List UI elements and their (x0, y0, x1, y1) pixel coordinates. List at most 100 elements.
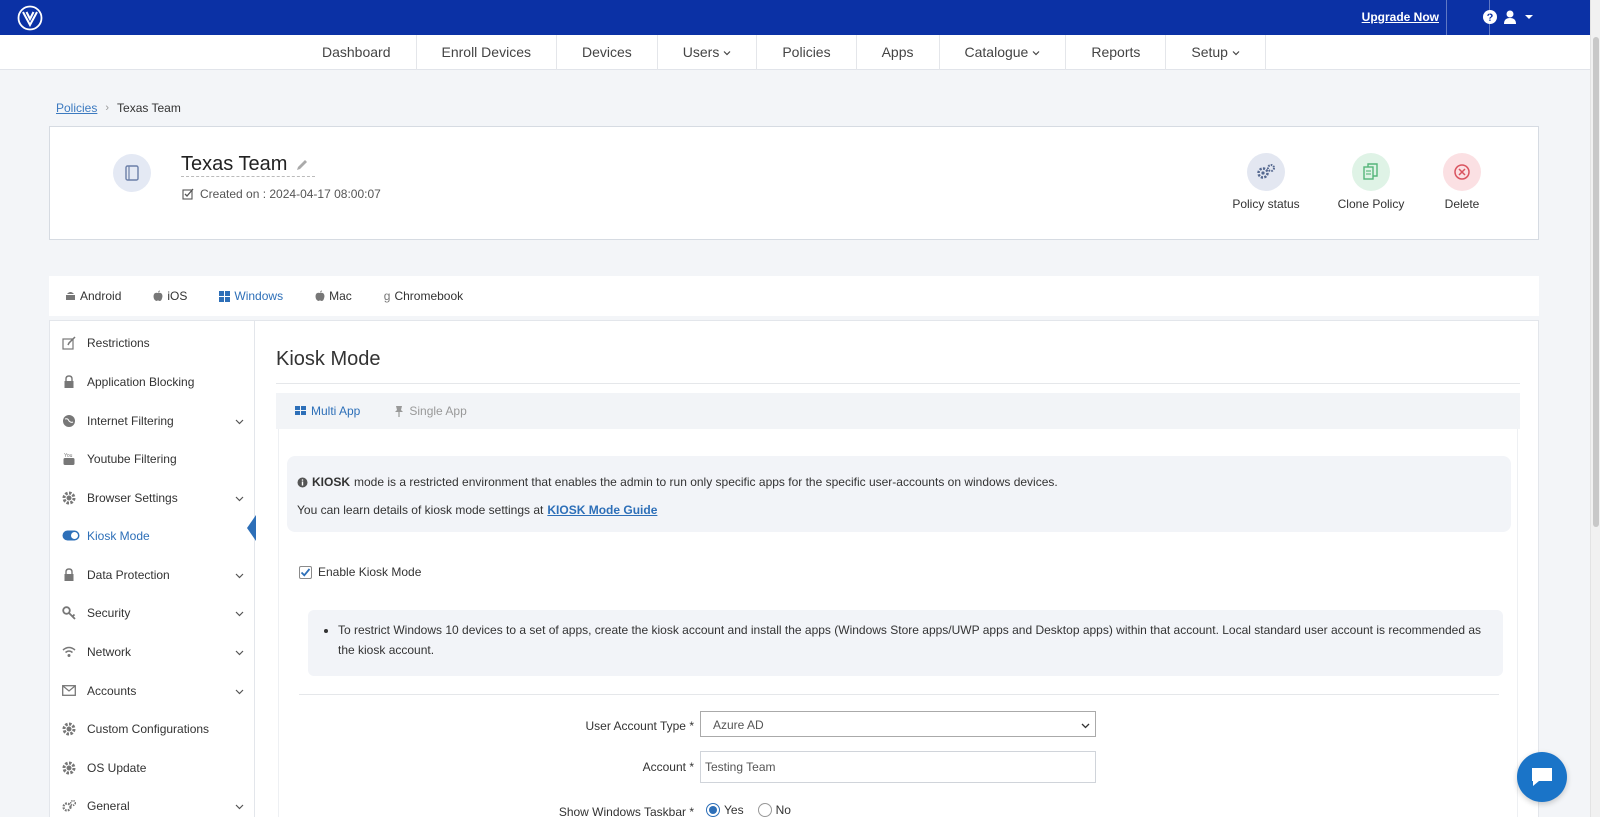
taskbar-yes-label: Yes (724, 803, 744, 817)
brand-logo-icon[interactable] (17, 5, 43, 31)
tab-android[interactable]: Android (65, 289, 137, 303)
checkmark-icon (300, 567, 311, 577)
chevron-down-icon (723, 50, 731, 55)
upgrade-now-link[interactable]: Upgrade Now (1362, 10, 1439, 24)
nav-setup[interactable]: Setup (1166, 35, 1266, 70)
policy-name-editable[interactable]: Texas Team (181, 153, 316, 177)
sidebar-item-youtube-filtering[interactable]: You Youtube Filtering (50, 439, 255, 478)
grid-icon (295, 406, 306, 415)
nav-users[interactable]: Users (658, 35, 758, 70)
nav-dashboard[interactable]: Dashboard (297, 35, 417, 70)
chat-support-button[interactable] (1517, 752, 1567, 802)
nav-label: Policies (782, 44, 831, 60)
title-divider (276, 383, 1520, 384)
radio-circle[interactable] (757, 803, 772, 817)
delete-policy-button[interactable]: Delete (1417, 153, 1507, 211)
sidebar-item-custom-configurations[interactable]: Custom Configurations (50, 709, 255, 748)
sidebar-item-label: Application Blocking (87, 374, 195, 389)
nav-policies[interactable]: Policies (757, 35, 857, 70)
sidebar-item-label: General (87, 798, 130, 813)
edit-icon (62, 335, 76, 350)
lock-icon (62, 567, 76, 582)
tab-multi-app-label: Multi App (311, 404, 361, 418)
account-type-select[interactable]: Azure AD (700, 711, 1096, 737)
account-type-row: User Account Type * Azure AD (279, 711, 1519, 743)
kiosk-guide-link[interactable]: KIOSK Mode Guide (547, 496, 657, 524)
google-icon: g (383, 289, 391, 303)
nav-devices[interactable]: Devices (557, 35, 658, 70)
tab-single-app[interactable]: Single App (394, 404, 467, 418)
enable-kiosk-checkbox[interactable]: Enable Kiosk Mode (299, 565, 421, 579)
nav-enroll-devices[interactable]: Enroll Devices (417, 35, 557, 70)
pin-icon (395, 406, 404, 417)
created-text: Created on : 2024-04-17 08:00:07 (200, 187, 381, 201)
sidebar-item-restrictions[interactable]: Restrictions (50, 323, 255, 362)
nav-label: Setup (1191, 44, 1228, 60)
nav-reports[interactable]: Reports (1066, 35, 1167, 70)
delete-policy-circle (1443, 153, 1481, 191)
nav-label: Dashboard (322, 44, 391, 60)
nav-label: Catalogue (964, 44, 1029, 60)
tab-windows[interactable]: Windows (219, 289, 299, 303)
page-scrollbar[interactable] (1590, 0, 1600, 817)
nav-apps[interactable]: Apps (857, 35, 940, 70)
pencil-icon[interactable] (295, 158, 309, 172)
policy-settings-panel: Restrictions Application Blocking Intern… (49, 320, 1539, 817)
radio-circle-selected[interactable] (706, 803, 720, 817)
sidebar-item-label: OS Update (87, 760, 147, 775)
user-menu-button[interactable] (1503, 9, 1537, 28)
tab-ios-label: iOS (167, 289, 188, 303)
scrollbar-thumb[interactable] (1593, 37, 1599, 527)
policy-status-button[interactable]: Policy status (1221, 153, 1311, 211)
chevron-down-icon (235, 496, 244, 502)
tab-chromebook[interactable]: g Chromebook (384, 289, 479, 303)
info-keyword: KIOSK (312, 475, 351, 489)
chat-bubble-icon (1532, 768, 1552, 786)
checkbox-box[interactable] (299, 565, 312, 579)
chevron-down-icon (1232, 50, 1240, 55)
globe-icon (62, 414, 76, 428)
breadcrumb-policies-link[interactable]: Policies (56, 101, 97, 115)
sidebar-item-kiosk-mode[interactable]: Kiosk Mode (50, 516, 255, 555)
nav-catalogue[interactable]: Catalogue (940, 35, 1067, 70)
toggle-icon (62, 529, 80, 543)
tab-multi-app[interactable]: Multi App (295, 404, 360, 418)
os-tabs: Android iOS Windows Mac g Chromebook (49, 276, 1539, 316)
sidebar-item-application-blocking[interactable]: Application Blocking (50, 362, 255, 401)
gears-icon (1257, 164, 1275, 179)
sidebar-item-network[interactable]: Network (50, 632, 255, 671)
taskbar-label: Show Windows Taskbar * (558, 805, 694, 817)
sidebar-item-data-protection[interactable]: Data Protection (50, 555, 255, 594)
windows-icon (219, 290, 231, 302)
taskbar-no-radio[interactable]: No (757, 803, 791, 817)
clone-policy-circle (1352, 153, 1390, 191)
sidebar-item-security[interactable]: Security (50, 593, 255, 632)
chevron-down-icon (235, 611, 244, 617)
sidebar-item-label: Restrictions (87, 335, 150, 350)
top-bar: Upgrade Now ? (0, 0, 1590, 35)
sidebar-item-browser-settings[interactable]: Browser Settings (50, 478, 255, 517)
account-input[interactable]: Testing Team (700, 751, 1096, 783)
kiosk-note-box: To restrict Windows 10 devices to a set … (308, 610, 1503, 676)
settings-sidebar: Restrictions Application Blocking Intern… (50, 321, 256, 817)
sidebar-item-label: Data Protection (87, 567, 170, 582)
breadcrumb-separator: › (105, 102, 110, 114)
question-circle-icon[interactable]: ? (1482, 9, 1498, 25)
kiosk-form-area: KIOSK mode is a restricted environment t… (278, 429, 1518, 817)
nav-label: Reports (1091, 44, 1141, 60)
sidebar-item-os-update[interactable]: OS Update (50, 748, 255, 787)
apple-icon (153, 290, 163, 301)
account-row: Account * Testing Team (279, 751, 1519, 783)
kiosk-mode-content: Kiosk Mode Multi App Single App KIOSK mo… (276, 321, 1520, 817)
nav-label: Users (682, 44, 720, 60)
sidebar-item-general[interactable]: General (50, 786, 255, 817)
sidebar-item-internet-filtering[interactable]: Internet Filtering (50, 401, 255, 440)
tab-ios[interactable]: iOS (153, 289, 203, 303)
youtube-icon: You (62, 452, 76, 466)
clone-policy-button[interactable]: Clone Policy (1326, 153, 1416, 211)
taskbar-yes-radio[interactable]: Yes (706, 803, 744, 817)
topbar-divider (1446, 0, 1447, 35)
sidebar-item-accounts[interactable]: Accounts (50, 671, 255, 710)
tab-mac[interactable]: Mac (315, 289, 368, 303)
policy-status-circle (1247, 153, 1285, 191)
